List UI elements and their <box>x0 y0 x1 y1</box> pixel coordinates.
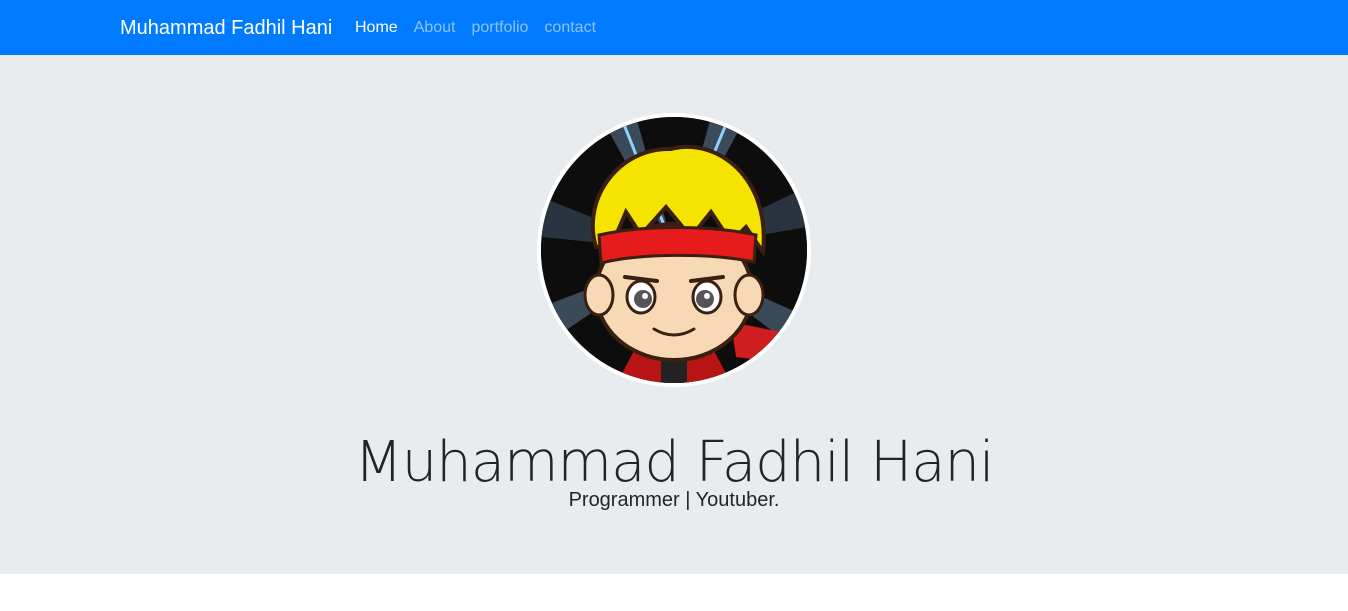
nav-link-contact[interactable]: contact <box>544 17 596 39</box>
nav-links: Home About portfolio contact <box>355 17 596 39</box>
hero-tagline: Programmer | Youtuber. <box>568 489 780 511</box>
navbar: Muhammad Fadhil Hani Home About portfoli… <box>0 0 1348 55</box>
hero-title: Muhammad Fadhil Hani <box>354 429 994 495</box>
nav-link-portfolio[interactable]: portfolio <box>472 17 529 39</box>
hero-section: Muhammad Fadhil Hani Programmer | Youtub… <box>0 55 1348 574</box>
avatar <box>537 113 811 387</box>
cartoon-avatar-icon <box>541 117 807 383</box>
nav-link-about[interactable]: About <box>414 17 456 39</box>
navbar-brand[interactable]: Muhammad Fadhil Hani <box>120 15 332 41</box>
nav-link-home[interactable]: Home <box>355 17 398 39</box>
